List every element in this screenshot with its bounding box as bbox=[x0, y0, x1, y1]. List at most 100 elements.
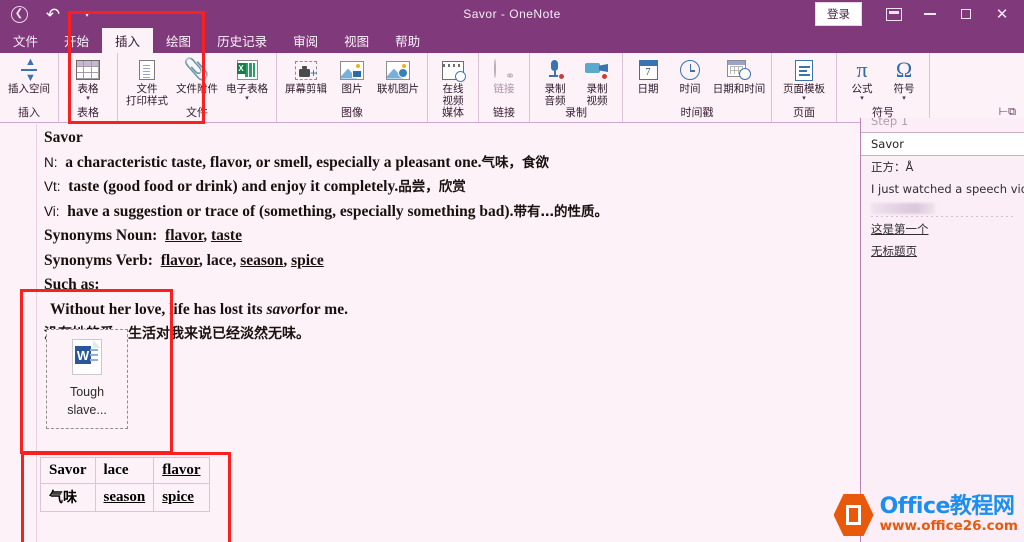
note-line-synonyms-noun: Synonyms Noun: flavor, taste bbox=[44, 227, 242, 244]
ribbon-group-symbols: π 公式 ▾ Ω 符号 ▾ 符号 bbox=[837, 53, 930, 122]
chevron-down-icon: ▾ bbox=[84, 8, 90, 19]
ribbon-group-images: + 屏幕剪辑 图片 联机图片 图像 bbox=[277, 53, 428, 122]
link-icon: ⚭ bbox=[494, 57, 515, 83]
symbol-button[interactable]: Ω 符号 ▾ bbox=[883, 55, 925, 102]
collapse-ribbon-icon: ⊢⧉ bbox=[998, 106, 1016, 118]
chevron-down-icon[interactable]: ▾ bbox=[245, 95, 249, 102]
online-video-icon bbox=[442, 57, 466, 83]
record-video-label: 录制 视频 bbox=[586, 83, 608, 107]
table-cell[interactable]: 气味 bbox=[40, 483, 96, 512]
ribbon-group-files: 文件 打印样式 📎 文件附件 X 电子表格 ▾ 文件 bbox=[118, 53, 277, 122]
minimize-button[interactable] bbox=[912, 0, 948, 28]
page-list-panel[interactable]: Step 1 Savor 正方：Å I just watched a speec… bbox=[860, 118, 1024, 542]
page-list-item[interactable]: Step 1 bbox=[861, 118, 1024, 132]
file-printout-label: 文件 打印样式 bbox=[126, 83, 168, 107]
table-cell[interactable]: flavor bbox=[153, 457, 210, 484]
ribbon: ▲ ▼ 插入空间 插入 表格 ▾ 表格 文件 打印样式 📎 文件附件 X 电子表… bbox=[0, 53, 1024, 123]
spreadsheet-button[interactable]: X 电子表格 ▾ bbox=[222, 55, 272, 102]
picture-icon bbox=[340, 57, 364, 83]
table-cell[interactable]: spice bbox=[153, 483, 210, 512]
chevron-down-icon[interactable]: ▾ bbox=[860, 95, 864, 102]
tab-home[interactable]: 开始 bbox=[51, 28, 102, 53]
paperclip-icon: 📎 bbox=[183, 58, 211, 81]
ribbon-group-page: 页面模板 ▾ 页面 bbox=[772, 53, 837, 122]
ribbon-group-label: 链接 bbox=[493, 107, 515, 119]
attachment-filename-line2: slave... bbox=[67, 403, 107, 417]
tab-draw[interactable]: 绘图 bbox=[153, 28, 204, 53]
ribbon-group-links: ⚭ 链接 链接 bbox=[479, 53, 530, 122]
file-printout-icon bbox=[139, 57, 155, 83]
date-time-icon bbox=[727, 57, 751, 83]
table-cell[interactable]: lace bbox=[94, 457, 155, 484]
restore-window-icon bbox=[961, 9, 971, 19]
online-pictures-button[interactable]: 联机图片 bbox=[373, 55, 423, 96]
table-row[interactable]: Savor lace flavor bbox=[40, 457, 210, 484]
calendar-date-icon: 7 bbox=[638, 57, 658, 83]
ribbon-tab-bar: 文件 开始 插入 绘图 历史记录 审阅 视图 帮助 bbox=[0, 28, 1024, 53]
page-template-icon bbox=[795, 57, 813, 83]
page-list-item[interactable]: 无标题页 bbox=[861, 240, 1024, 262]
ribbon-display-options-button[interactable] bbox=[876, 0, 912, 28]
attachment-filename-line1: Tough bbox=[69, 385, 105, 399]
file-printout-button[interactable]: 文件 打印样式 bbox=[122, 55, 172, 107]
note-line-such-as: Such as: bbox=[44, 276, 100, 293]
equation-pi-icon: π bbox=[856, 57, 868, 82]
table-button[interactable]: 表格 ▾ bbox=[63, 55, 113, 102]
file-attachment-button[interactable]: 📎 文件附件 bbox=[172, 55, 222, 96]
link-button[interactable]: ⚭ 链接 bbox=[483, 55, 525, 96]
ribbon-group-table: 表格 ▾ 表格 bbox=[59, 53, 118, 122]
insert-date-button[interactable]: 7 日期 bbox=[627, 55, 669, 96]
table-cell[interactable]: season bbox=[94, 483, 155, 512]
chevron-down-icon[interactable]: ▾ bbox=[86, 95, 90, 102]
window-controls: 登录 ✕ bbox=[815, 0, 1024, 28]
page-template-button[interactable]: 页面模板 ▾ bbox=[776, 55, 832, 102]
online-video-button[interactable]: 在线 视频 bbox=[432, 55, 474, 107]
tab-file[interactable]: 文件 bbox=[0, 28, 51, 53]
tab-view[interactable]: 视图 bbox=[331, 28, 382, 53]
note-line-synonyms-verb: Synonyms Verb: flavor, lace, season, spi… bbox=[44, 251, 324, 269]
page-list-item[interactable]: I just watched a speech videoTh bbox=[861, 178, 1024, 200]
tab-review[interactable]: 审阅 bbox=[280, 28, 331, 53]
undo-arrow-icon: ↶ bbox=[45, 4, 61, 24]
page-list-item-selected[interactable]: Savor bbox=[861, 132, 1024, 156]
record-video-button[interactable]: 录制 视频 bbox=[576, 55, 618, 107]
insert-space-button[interactable]: ▲ ▼ 插入空间 bbox=[4, 55, 54, 96]
picture-button[interactable]: 图片 bbox=[331, 55, 373, 96]
record-audio-icon bbox=[545, 57, 565, 83]
back-button[interactable]: ❮ bbox=[8, 3, 30, 25]
chevron-down-icon[interactable]: ▾ bbox=[802, 95, 806, 102]
record-audio-button[interactable]: 录制 音频 bbox=[534, 55, 576, 107]
equation-button[interactable]: π 公式 ▾ bbox=[841, 55, 883, 102]
table-cell[interactable]: Savor bbox=[40, 457, 96, 484]
page-list-item[interactable]: 正方：Å bbox=[861, 156, 1024, 178]
ribbon-group-label: 表格 bbox=[77, 107, 99, 119]
note-line-example-translation: 没有她的爱，生活对我来说已经淡然无味。 bbox=[44, 326, 310, 342]
table-row[interactable]: 气味 season spice bbox=[40, 483, 210, 512]
note-table[interactable]: Savor lace flavor 气味 season spice bbox=[40, 457, 210, 512]
page-list-item[interactable]: 这是第一个 bbox=[861, 218, 1024, 240]
insert-date-time-button[interactable]: 日期和时间 bbox=[711, 55, 767, 96]
ribbon-group-label: 媒体 bbox=[442, 107, 464, 119]
insert-time-button[interactable]: 时间 bbox=[669, 55, 711, 96]
ribbon-group-label: 录制 bbox=[565, 107, 587, 119]
ribbon-group-label: 图像 bbox=[341, 107, 363, 119]
tab-help[interactable]: 帮助 bbox=[382, 28, 433, 53]
close-button[interactable]: ✕ bbox=[984, 0, 1020, 28]
page-list-item-blurred[interactable] bbox=[871, 203, 935, 214]
collapse-ribbon-button[interactable]: ⊢⧉ bbox=[999, 105, 1016, 119]
customize-quick-access-button[interactable]: ▾ bbox=[76, 3, 98, 25]
undo-button[interactable]: ↶ bbox=[42, 3, 64, 25]
chevron-down-icon[interactable]: ▾ bbox=[902, 95, 906, 102]
screen-clipping-button[interactable]: + 屏幕剪辑 bbox=[281, 55, 331, 96]
sign-in-button[interactable]: 登录 bbox=[815, 2, 862, 26]
note-line-vt: Vt: taste (good food or drink) and enjoy… bbox=[44, 178, 466, 195]
online-video-label: 在线 视频 bbox=[442, 83, 464, 107]
restore-button[interactable] bbox=[948, 0, 984, 28]
file-attachment-object[interactable]: W Tough slave... bbox=[46, 329, 128, 429]
record-video-icon bbox=[585, 57, 609, 83]
note-body[interactable]: Savor N: a characteristic taste, flavor,… bbox=[44, 126, 834, 347]
insert-space-icon: ▲ ▼ bbox=[21, 57, 37, 84]
tab-history[interactable]: 历史记录 bbox=[204, 28, 280, 53]
ribbon-group-label: 文件 bbox=[186, 107, 208, 119]
tab-insert[interactable]: 插入 bbox=[102, 28, 154, 53]
